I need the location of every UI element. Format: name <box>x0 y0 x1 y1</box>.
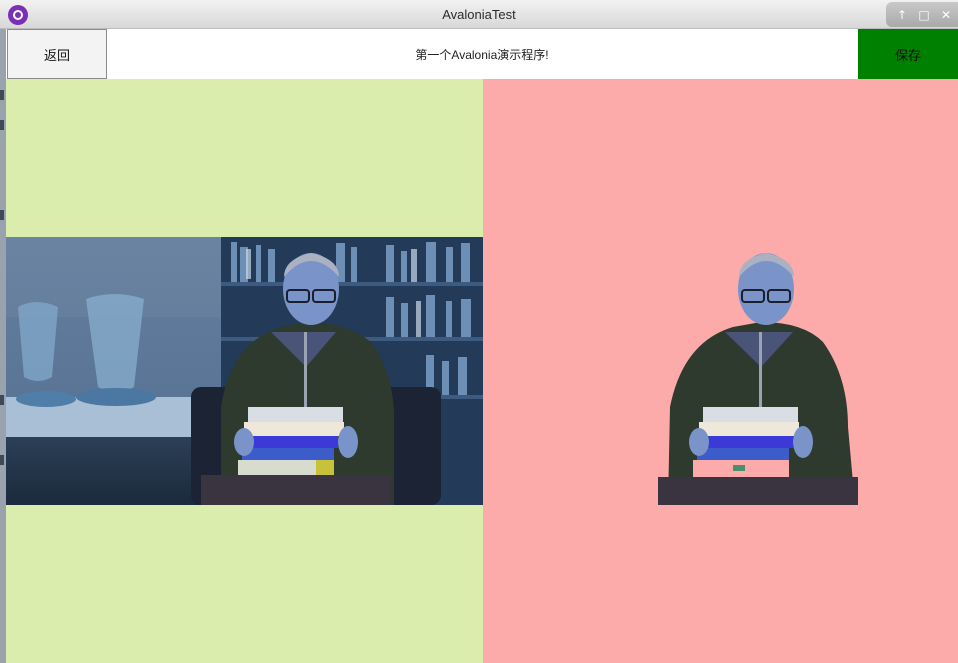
original-image-panel <box>6 79 483 663</box>
window-controls: ↑ □ ✕ <box>886 2 958 27</box>
close-icon[interactable]: ✕ <box>938 7 954 23</box>
restore-icon[interactable]: □ <box>916 7 932 23</box>
cutout-image-panel <box>483 79 958 663</box>
original-photo <box>6 237 483 505</box>
window-title: AvaloniaTest <box>442 7 516 22</box>
save-button[interactable]: 保存 <box>858 29 958 79</box>
page-title: 第一个Avalonia演示程序! <box>415 48 549 62</box>
maximize-icon[interactable]: ↑ <box>894 7 910 23</box>
window-titlebar[interactable]: AvaloniaTest ↑ □ ✕ <box>0 0 958 29</box>
toolbar: 返回 第一个Avalonia演示程序! 保存 <box>6 29 958 79</box>
back-button[interactable]: 返回 <box>7 29 107 79</box>
cutout-photo <box>658 253 858 505</box>
